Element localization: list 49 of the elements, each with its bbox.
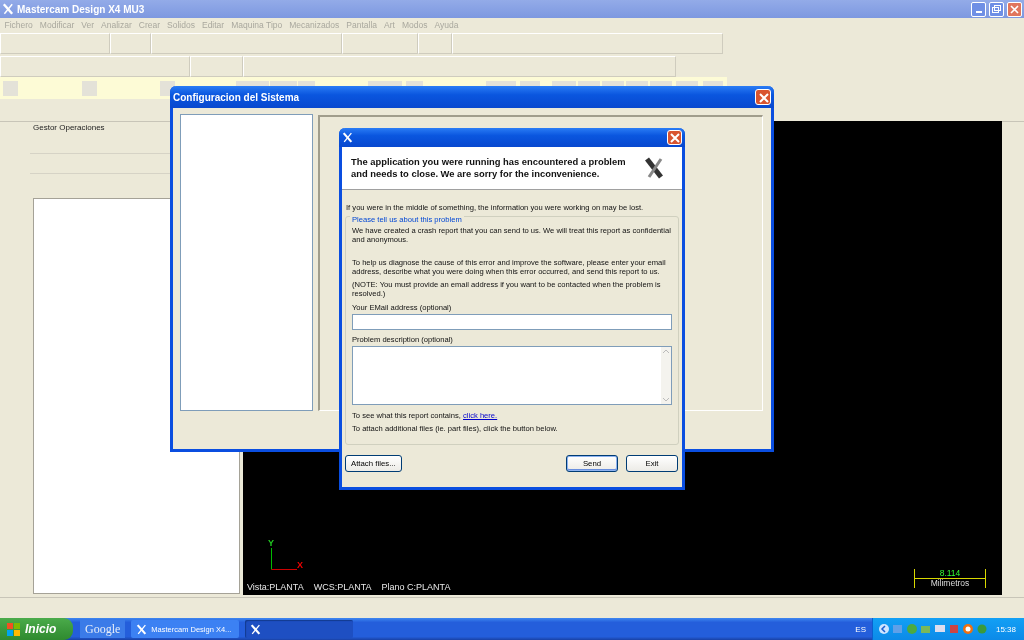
axis-label: Y: [267, 538, 275, 548]
x-logo-icon: [136, 623, 148, 635]
x-logo-icon: [250, 623, 262, 635]
restore-icon: [992, 5, 1001, 13]
restore-button[interactable]: [989, 1, 1004, 17]
menu-item[interactable]: Modos: [398, 19, 431, 30]
x-logo-icon: [644, 156, 664, 180]
language-indicator[interactable]: ES: [855, 624, 866, 634]
menu-item[interactable]: Analizar: [97, 19, 136, 30]
scrollbar[interactable]: [661, 346, 671, 404]
close-button[interactable]: [667, 130, 682, 145]
axis-icon: [271, 548, 297, 570]
start-button[interactable]: Inicio: [0, 618, 73, 640]
error-heading: The application you were running has encountered a problem and needs to close. We are sorry for the inconvenience.: [351, 156, 627, 180]
clock: 15:38: [995, 624, 1016, 634]
menu-item[interactable]: Solidos: [163, 19, 199, 30]
view-status: Vista:PLANTA: [247, 582, 304, 592]
monitor-icon[interactable]: [933, 623, 946, 635]
minimize-icon: [975, 10, 982, 13]
menu-item[interactable]: Fichero: [1, 19, 37, 30]
email-field[interactable]: [352, 313, 672, 330]
close-icon: [1009, 3, 1020, 15]
scale-unit: Milimetros: [930, 579, 970, 588]
window-title: Mastercam Design X4 MU3: [17, 3, 146, 15]
flag-icon: [6, 621, 21, 637]
description-field[interactable]: [352, 345, 672, 405]
x-logo-icon: [342, 132, 353, 143]
axis-label: X: [297, 560, 303, 570]
view-status: Plano C:PLANTA: [381, 582, 451, 592]
scale-value: 8.114: [915, 569, 985, 579]
menu-item[interactable]: Ver: [77, 19, 98, 30]
taskbar-button[interactable]: [245, 620, 354, 638]
menu-item[interactable]: Modificar: [36, 19, 78, 30]
menu-item[interactable]: Pantalla: [342, 19, 381, 30]
tray-icon[interactable]: [947, 623, 960, 635]
menu-item[interactable]: Ayuda: [430, 19, 462, 30]
dialog-title: Configuracion del Sistema: [173, 91, 301, 103]
menu-item[interactable]: Art: [380, 19, 399, 30]
quick-launch-button[interactable]: Google: [80, 620, 126, 638]
menu-item[interactable]: Maquina Tipo: [227, 19, 286, 30]
tray-icon[interactable]: [961, 623, 974, 635]
close-button[interactable]: [1007, 1, 1022, 17]
menu-item[interactable]: Mecanizados: [285, 19, 343, 30]
x-logo-icon: [2, 3, 14, 15]
menu-item[interactable]: Editar: [198, 19, 228, 30]
minimize-button[interactable]: [971, 1, 986, 17]
close-button[interactable]: [755, 89, 771, 105]
menu-item[interactable]: Crear: [135, 19, 164, 30]
view-status: WCS:PLANTA: [313, 582, 372, 592]
